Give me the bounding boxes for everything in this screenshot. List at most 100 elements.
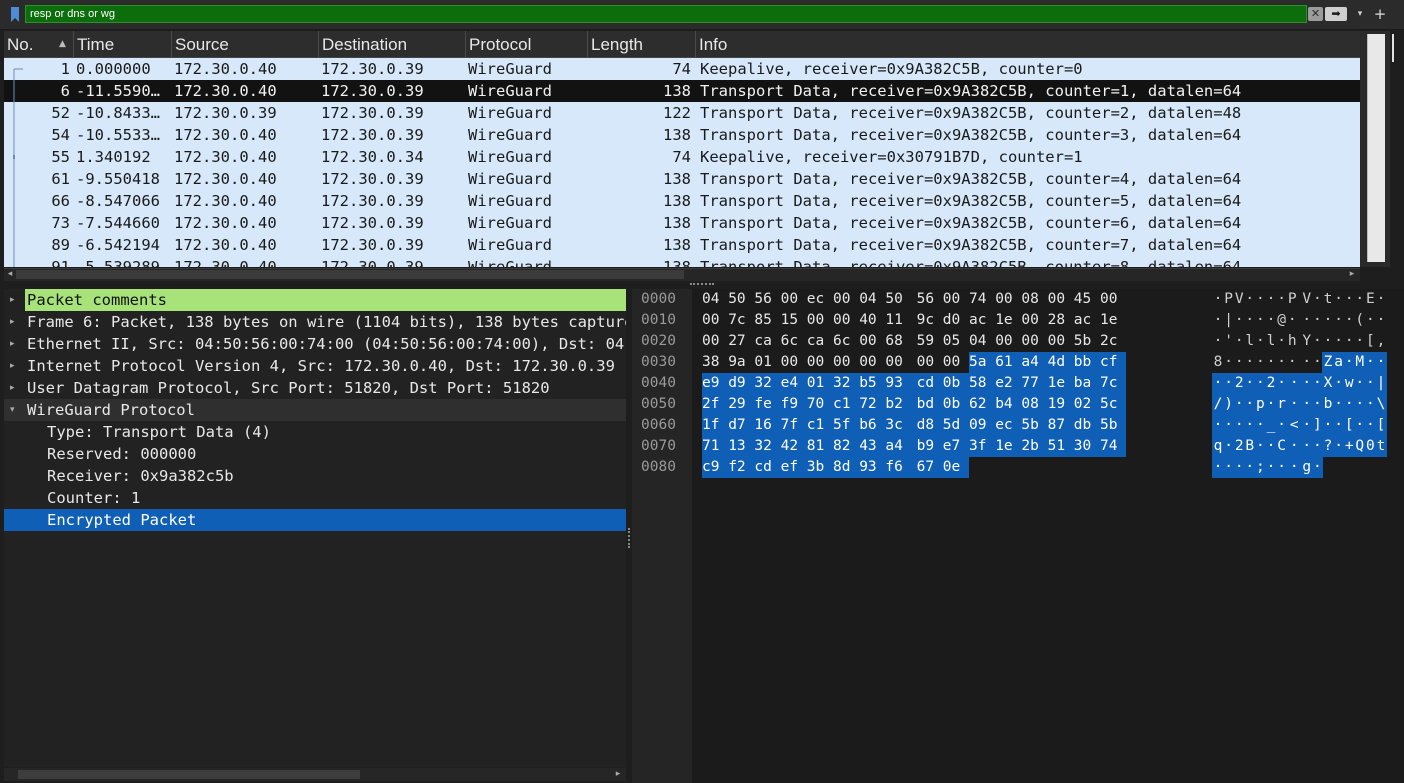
packet-row[interactable]: 73 -7.544660 172.30.0.40 172.30.0.39 WireGua…	[4, 212, 1360, 234]
hex-byte[interactable]: ca	[807, 331, 833, 352]
packet-row[interactable]: 61 -9.550418 172.30.0.40 172.30.0.39 WireGua…	[4, 168, 1360, 190]
column-header-length[interactable]: Length	[588, 31, 696, 58]
hex-byte[interactable]: e7	[942, 436, 970, 457]
scroll-right-arrow-icon[interactable]: ▸	[1346, 268, 1358, 280]
hex-byte[interactable]: 50	[885, 289, 911, 310]
pane-splitter-handle[interactable]	[690, 283, 714, 287]
hex-byte[interactable]: a4	[885, 436, 918, 457]
ascii-char[interactable]: ·	[1286, 373, 1303, 394]
expand-arrow-icon[interactable]: ▸	[10, 289, 20, 311]
hex-byte[interactable]: 77	[1021, 373, 1049, 394]
hex-byte[interactable]: 7c	[728, 310, 754, 331]
hex-byte[interactable]: 59	[917, 331, 943, 352]
hex-byte[interactable]: 56	[917, 289, 943, 310]
hex-byte[interactable]: d8	[916, 415, 944, 436]
hex-byte[interactable]: 87	[1047, 415, 1075, 436]
ascii-char[interactable]: ,	[1375, 331, 1387, 352]
hex-byte[interactable]: 6c	[781, 331, 807, 352]
expand-arrow-icon[interactable]: ▸	[10, 377, 20, 399]
hex-byte[interactable]: 1e	[1100, 310, 1126, 331]
hex-byte[interactable]: bd	[916, 394, 944, 415]
hex-byte[interactable]: 5c	[1100, 394, 1126, 415]
hex-byte[interactable]: db	[1073, 415, 1101, 436]
hex-byte[interactable]: f2	[728, 457, 756, 478]
detail-tree-item[interactable]: ▾ WireGuard Protocol	[4, 399, 626, 421]
packet-row[interactable]: 66 -8.547066 172.30.0.40 172.30.0.39 WireGua…	[4, 190, 1360, 212]
hex-byte[interactable]: c9	[702, 457, 729, 478]
packet-row[interactable]: 6 -11.5590… 172.30.0.40 172.30.0.39 WireGuar…	[4, 80, 1360, 102]
hex-byte[interactable]: 7c	[1100, 373, 1126, 394]
packet-row[interactable]: 89 -6.542194 172.30.0.40 172.30.0.39 WireGua…	[4, 234, 1360, 256]
hex-byte[interactable]: 00	[943, 289, 969, 310]
hex-byte[interactable]: 00	[859, 352, 885, 373]
hex-byte[interactable]: 05	[943, 331, 969, 352]
hex-byte[interactable]: 5b	[1021, 415, 1049, 436]
hex-byte[interactable]: d9	[728, 373, 756, 394]
hex-byte[interactable]: 5b	[1100, 415, 1126, 436]
hex-byte[interactable]: 1e	[1047, 373, 1075, 394]
hex-byte[interactable]: 70	[806, 394, 834, 415]
hex-byte[interactable]: 9c	[917, 310, 943, 331]
ascii-char[interactable]: [	[1375, 415, 1387, 436]
hex-byte[interactable]: 72	[859, 394, 887, 415]
ascii-char[interactable]: ·	[1286, 310, 1298, 331]
hex-byte[interactable]: d0	[943, 310, 969, 331]
hex-byte[interactable]: 32	[833, 373, 860, 394]
hex-byte[interactable]: 2b	[1021, 436, 1049, 457]
hex-byte[interactable]: 56	[754, 289, 780, 310]
hex-byte[interactable]: 32	[754, 436, 782, 457]
hex-byte[interactable]: 82	[833, 436, 860, 457]
ascii-char[interactable]: t	[1375, 436, 1387, 457]
hex-byte[interactable]: 42	[780, 436, 808, 457]
hex-byte[interactable]: 27	[728, 331, 754, 352]
hex-byte[interactable]: 30	[1073, 436, 1101, 457]
expand-arrow-icon[interactable]: ▸	[10, 311, 20, 333]
hex-byte[interactable]: 93	[859, 457, 887, 478]
add-filter-button-icon[interactable]: +	[1373, 5, 1387, 23]
hex-byte[interactable]: 81	[806, 436, 834, 457]
hex-byte[interactable]: 00	[1048, 331, 1074, 352]
hex-byte[interactable]: 3c	[885, 415, 918, 436]
hex-byte[interactable]: cf	[1100, 352, 1126, 373]
ascii-char[interactable]: ·	[1286, 394, 1303, 415]
hex-byte[interactable]: 08	[1021, 394, 1049, 415]
hex-byte[interactable]: 00	[807, 352, 833, 373]
hex-byte[interactable]: 40	[859, 310, 885, 331]
hex-byte[interactable]: 3f	[969, 436, 996, 457]
hex-byte[interactable]: 5a	[969, 352, 996, 373]
hex-byte[interactable]: b9	[916, 436, 944, 457]
hex-byte[interactable]: 00	[833, 310, 859, 331]
hex-byte[interactable]: bb	[1073, 352, 1101, 373]
hex-byte[interactable]: ec	[995, 415, 1023, 436]
hex-byte[interactable]: 0e	[942, 457, 969, 478]
detail-tree-item[interactable]: Counter: 1	[4, 487, 626, 509]
hex-byte[interactable]: 00	[1100, 289, 1126, 310]
hex-byte[interactable]: 8d	[833, 457, 860, 478]
hex-byte[interactable]: 15	[781, 310, 807, 331]
detail-tree-item[interactable]: ▸ Ethernet II, Src: 04:50:56:00:74:00 (04…	[4, 333, 626, 355]
filter-history-dropdown-icon[interactable]: ▾	[1354, 7, 1366, 21]
packet-list-hscroll-thumb[interactable]	[16, 270, 684, 279]
scroll-right-arrow-icon[interactable]: ▸	[612, 768, 624, 780]
hex-byte[interactable]: 00	[917, 352, 943, 373]
hex-byte[interactable]: f9	[780, 394, 808, 415]
hex-byte[interactable]: d7	[728, 415, 756, 436]
hex-byte[interactable]: 00	[1021, 310, 1047, 331]
detail-tree-item[interactable]: Receiver: 0x9a382c5b	[4, 465, 626, 487]
hex-byte[interactable]: 2f	[702, 394, 729, 415]
hex-byte[interactable]: 0b	[942, 373, 970, 394]
column-header-protocol[interactable]: Protocol	[466, 31, 588, 58]
hex-byte[interactable]: 00	[702, 310, 728, 331]
hex-byte[interactable]: 00	[833, 289, 859, 310]
hex-byte[interactable]: e2	[995, 373, 1023, 394]
display-filter-input[interactable]: resp or dns or wg	[25, 5, 1307, 23]
hex-byte[interactable]: 1e	[995, 436, 1023, 457]
detail-tree-item[interactable]: ▸ User Datagram Protocol, Src Port: 51820…	[4, 377, 626, 399]
bookmark-icon[interactable]	[10, 7, 20, 22]
hex-byte[interactable]: 00	[807, 310, 833, 331]
packet-row[interactable]: 1 0.000000 172.30.0.40 172.30.0.39 WireGuard…	[4, 58, 1360, 80]
packet-row[interactable]: 91 -5.539289 172.30.0.40 172.30.0.39 WireGua…	[4, 256, 1360, 267]
column-header-source[interactable]: Source	[172, 31, 319, 58]
hex-byte[interactable]: e9	[702, 373, 729, 394]
details-hscroll-thumb[interactable]	[18, 770, 360, 779]
